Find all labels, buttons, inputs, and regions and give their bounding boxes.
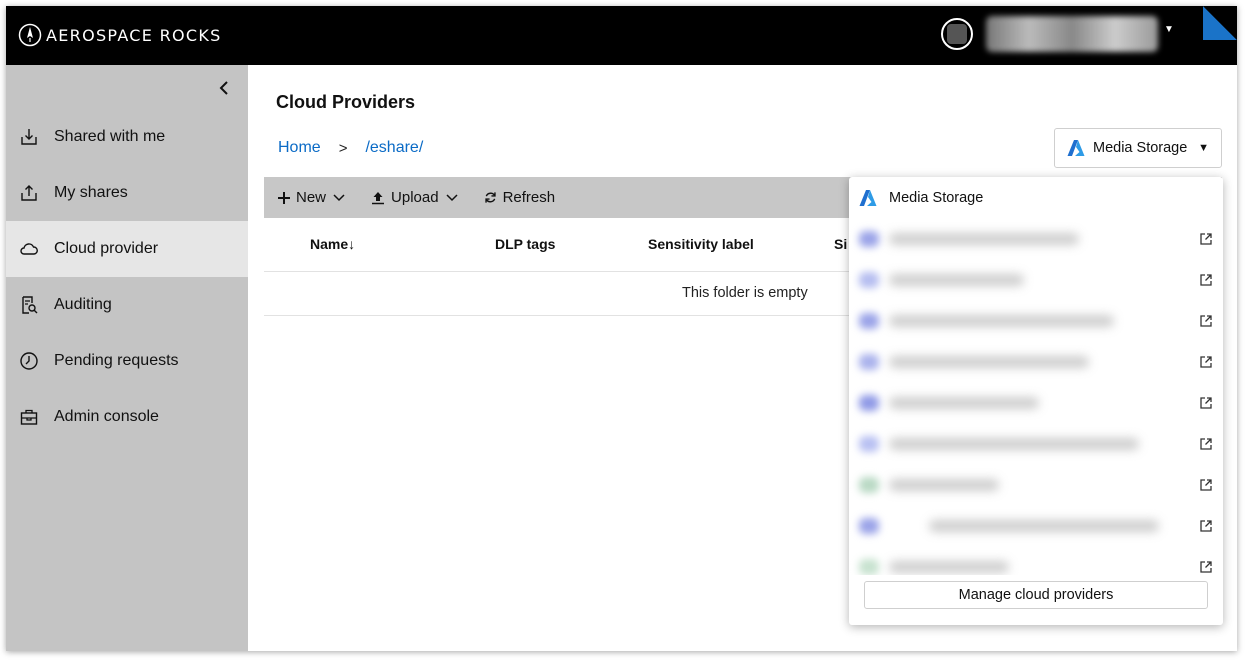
- sidebar-item-label: Admin console: [54, 408, 159, 425]
- chevron-left-icon[interactable]: [214, 77, 236, 99]
- sidebar-nav: Shared with me My shares Cloud provider: [6, 109, 248, 445]
- corner-flag-icon: [1203, 6, 1237, 40]
- external-link-icon[interactable]: [1199, 273, 1213, 287]
- empty-folder-message: This folder is empty: [682, 285, 808, 301]
- dropdown-item[interactable]: [849, 424, 1223, 465]
- clock-icon: [20, 352, 38, 370]
- external-link-icon[interactable]: [1199, 437, 1213, 451]
- breadcrumb-path[interactable]: /eshare/: [365, 139, 423, 157]
- refresh-button[interactable]: Refresh: [484, 189, 556, 206]
- external-link-icon[interactable]: [1199, 314, 1213, 328]
- dropdown-list: [849, 219, 1223, 575]
- provider-icon: [859, 436, 879, 452]
- upload-button[interactable]: Upload: [371, 189, 458, 206]
- sidebar-item-label: Pending requests: [54, 352, 179, 369]
- column-header-dlp-tags[interactable]: DLP tags: [495, 236, 555, 252]
- external-link-icon[interactable]: [1199, 232, 1213, 246]
- inbox-download-icon: [21, 129, 37, 145]
- column-header-sensitivity-label[interactable]: Sensitivity label: [648, 236, 754, 252]
- external-link-icon[interactable]: [1199, 478, 1213, 492]
- upload-icon: [372, 191, 385, 204]
- sidebar-item-label: Shared with me: [54, 128, 166, 145]
- caret-down-icon: ▼: [1198, 142, 1209, 154]
- breadcrumb-separator: >: [338, 139, 348, 157]
- dropdown-item[interactable]: [849, 219, 1223, 260]
- share-upload-icon: [21, 185, 37, 201]
- user-name-redacted[interactable]: [986, 16, 1158, 52]
- sidebar-item-label: Auditing: [54, 296, 112, 313]
- provider-icon: [859, 559, 879, 575]
- app-window: AEROSPACE ROCKS ▼ Shared with me My shar…: [6, 6, 1237, 651]
- provider-name-redacted: [889, 397, 1039, 409]
- azure-icon: [1067, 140, 1085, 156]
- audit-search-icon: [22, 296, 38, 314]
- sidebar-item-shared-with-me[interactable]: Shared with me: [6, 109, 248, 165]
- azure-icon: [859, 190, 877, 206]
- sidebar-item-my-shares[interactable]: My shares: [6, 165, 248, 221]
- brand-name: AEROSPACE ROCKS: [46, 25, 222, 45]
- plus-icon: [278, 191, 290, 204]
- refresh-button-label: Refresh: [502, 189, 556, 206]
- column-header-name[interactable]: Name↓: [310, 236, 355, 252]
- rocket-icon: [18, 23, 42, 47]
- refresh-icon: [484, 192, 496, 203]
- dropdown-item[interactable]: [849, 342, 1223, 383]
- storage-dropdown: Media Storage Manage cloud providers: [849, 177, 1223, 625]
- provider-name-redacted: [929, 520, 1159, 532]
- breadcrumb: Home > /eshare/: [278, 139, 423, 157]
- dropdown-item[interactable]: [849, 383, 1223, 424]
- provider-name-redacted: [889, 479, 999, 491]
- sidebar-item-admin-console[interactable]: Admin console: [6, 389, 248, 445]
- caret-down-icon[interactable]: ▼: [1164, 24, 1174, 35]
- provider-name-redacted: [889, 356, 1089, 368]
- dropdown-item[interactable]: [849, 301, 1223, 342]
- avatar-icon[interactable]: [941, 18, 973, 50]
- new-button[interactable]: New: [278, 189, 345, 206]
- dropdown-item[interactable]: [849, 547, 1223, 575]
- sidebar-item-cloud-provider[interactable]: Cloud provider: [6, 221, 248, 277]
- provider-icon: [859, 354, 879, 370]
- dropdown-item[interactable]: [849, 260, 1223, 301]
- chevron-down-icon: [446, 193, 458, 201]
- provider-name-redacted: [889, 561, 1009, 573]
- provider-icon: [859, 272, 879, 288]
- sidebar-item-label: My shares: [54, 184, 128, 201]
- external-link-icon[interactable]: [1199, 560, 1213, 574]
- provider-name-redacted: [889, 274, 1024, 286]
- storage-selector[interactable]: Media Storage ▼: [1054, 128, 1222, 168]
- briefcase-icon: [20, 409, 38, 425]
- storage-selector-value: Media Storage: [1093, 140, 1188, 156]
- sidebar-item-label: Cloud provider: [54, 240, 159, 257]
- sidebar-item-auditing[interactable]: Auditing: [6, 277, 248, 333]
- sidebar: Shared with me My shares Cloud provider: [6, 65, 248, 651]
- external-link-icon[interactable]: [1199, 396, 1213, 410]
- provider-icon: [859, 395, 879, 411]
- new-button-label: New: [296, 189, 327, 206]
- manage-cloud-providers-button[interactable]: Manage cloud providers: [864, 581, 1208, 609]
- top-bar: AEROSPACE ROCKS ▼: [6, 6, 1237, 65]
- external-link-icon[interactable]: [1199, 519, 1213, 533]
- brand-logo[interactable]: AEROSPACE ROCKS: [18, 20, 222, 50]
- external-link-icon[interactable]: [1199, 355, 1213, 369]
- dropdown-item-media-storage[interactable]: Media Storage: [849, 177, 1223, 219]
- breadcrumb-home[interactable]: Home: [278, 139, 321, 157]
- page-title: Cloud Providers: [276, 92, 416, 112]
- provider-icon: [859, 231, 879, 247]
- upload-button-label: Upload: [391, 189, 439, 206]
- dropdown-item[interactable]: [849, 506, 1223, 547]
- sidebar-item-pending-requests[interactable]: Pending requests: [6, 333, 248, 389]
- column-header-size[interactable]: Si: [834, 236, 847, 252]
- sort-arrow-icon: ↓: [348, 236, 356, 252]
- cloud-icon: [20, 243, 38, 255]
- provider-name-redacted: [889, 233, 1079, 245]
- provider-name-redacted: [889, 438, 1139, 450]
- chevron-down-icon: [333, 193, 345, 201]
- provider-icon: [859, 313, 879, 329]
- dropdown-item[interactable]: [849, 465, 1223, 506]
- provider-icon: [859, 477, 879, 493]
- provider-name-redacted: [889, 315, 1114, 327]
- dropdown-item-label: Media Storage: [889, 190, 984, 206]
- provider-icon: [859, 518, 879, 534]
